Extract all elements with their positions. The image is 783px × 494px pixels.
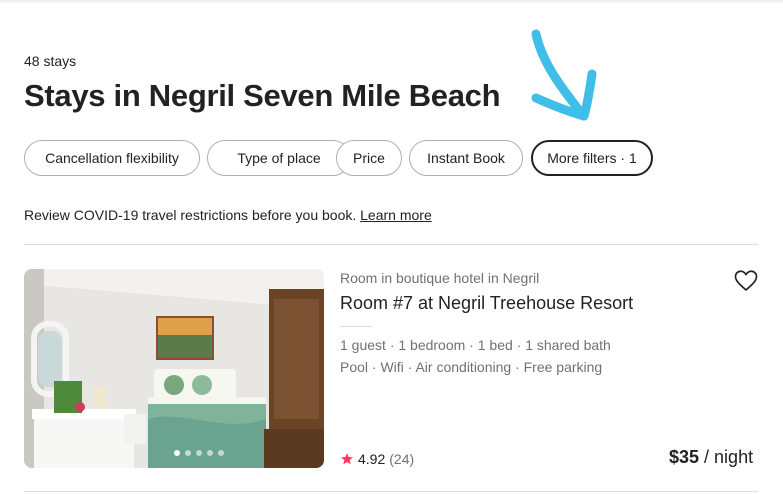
carousel-dot[interactable] <box>207 450 213 456</box>
price-unit: / night <box>699 447 754 467</box>
carousel-dot[interactable] <box>196 450 202 456</box>
review-count: (24) <box>389 451 415 467</box>
page-title: Stays in Negril Seven Mile Beach <box>24 78 501 113</box>
learn-more-link[interactable]: Learn more <box>360 207 432 223</box>
listing-divider <box>340 326 372 327</box>
listing-amenities: Pool · Wifi · Air conditioning · Free pa… <box>340 359 603 375</box>
photo-carousel-dots[interactable] <box>174 450 224 456</box>
filter-cancellation-flexibility[interactable]: Cancellation flexibility <box>24 140 200 176</box>
carousel-dot[interactable] <box>185 450 191 456</box>
divider <box>24 491 758 492</box>
heart-icon[interactable] <box>733 269 759 293</box>
stays-count: 48 stays <box>24 53 77 69</box>
room-photo <box>24 269 324 468</box>
carousel-dot[interactable] <box>218 450 224 456</box>
star-icon <box>341 453 353 465</box>
filter-instant-book[interactable]: Instant Book <box>409 140 523 176</box>
listing-type: Room in boutique hotel in Negril <box>340 270 540 286</box>
listing-price: $35 / night <box>669 447 753 468</box>
listing-title[interactable]: Room #7 at Negril Treehouse Resort <box>340 293 633 314</box>
filter-price[interactable]: Price <box>336 140 402 176</box>
arrow-pointing-down-icon <box>531 29 597 121</box>
listing-photo[interactable] <box>24 269 324 468</box>
listing-rating: 4.92 (24) <box>340 451 414 467</box>
carousel-dot[interactable] <box>174 450 180 456</box>
listing-details: 1 guest · 1 bedroom · 1 bed · 1 shared b… <box>340 337 611 353</box>
price-amount: $35 <box>669 447 700 467</box>
filter-more-filters[interactable]: More filters · 1 <box>531 140 653 176</box>
header-shadow <box>0 0 783 4</box>
divider <box>24 244 758 245</box>
covid-notice: Review COVID-19 travel restrictions befo… <box>24 207 432 223</box>
rating-value: 4.92 <box>358 451 386 467</box>
covid-notice-text: Review COVID-19 travel restrictions befo… <box>24 207 361 223</box>
filter-type-of-place[interactable]: Type of place <box>207 140 351 176</box>
